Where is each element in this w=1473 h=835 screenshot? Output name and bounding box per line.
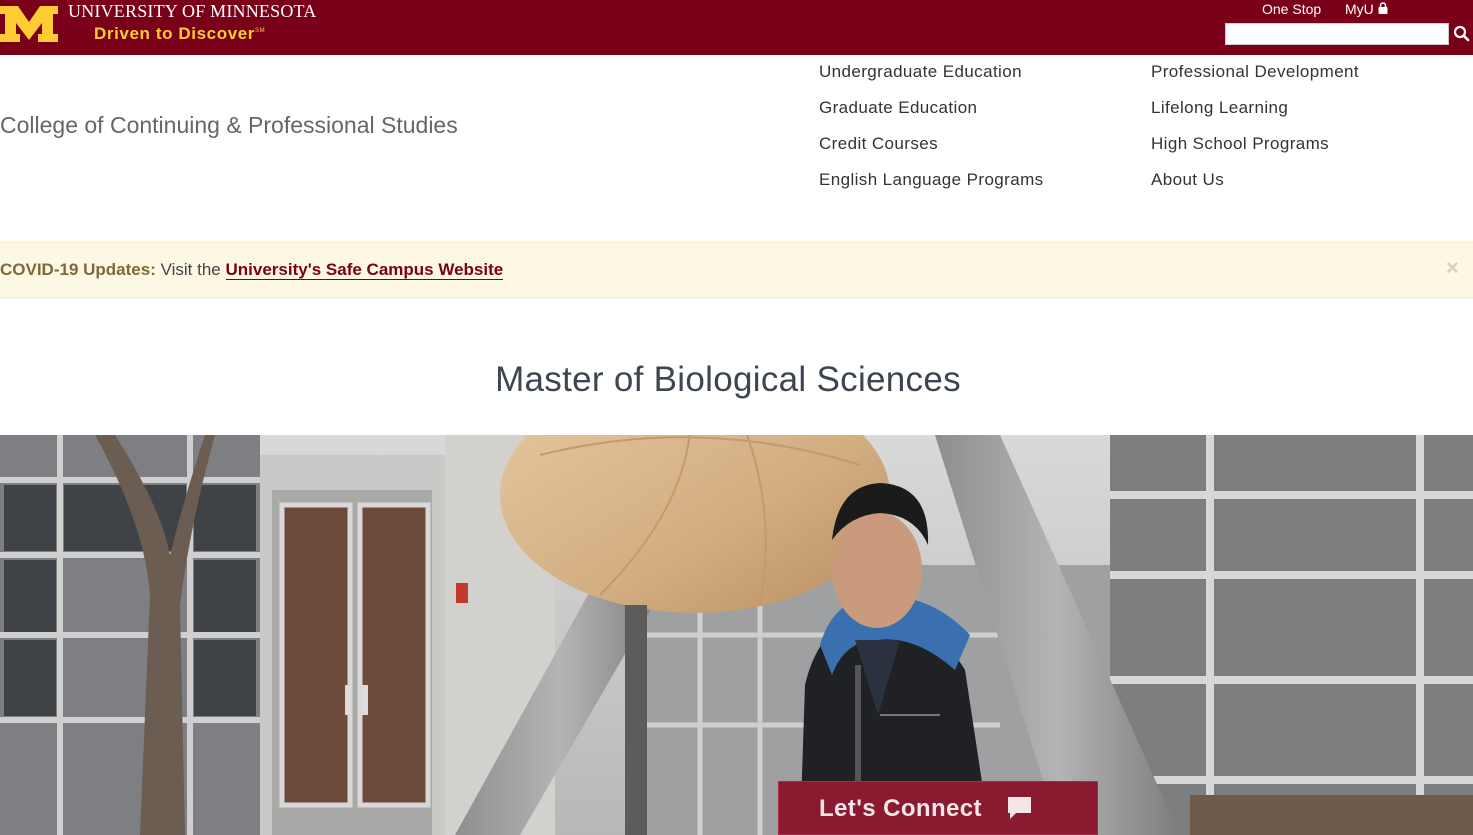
tagline-text: Driven to Discover [94, 24, 256, 43]
block-m-logo[interactable] [0, 6, 58, 42]
primary-nav-right: Professional Development Lifelong Learni… [1151, 62, 1359, 206]
hero-photo [0, 435, 1473, 835]
lock-icon [1378, 2, 1388, 14]
alert-body-text: Visit the [155, 260, 226, 279]
page-title: Master of Biological Sciences [495, 360, 961, 399]
nav-link-professional-development[interactable]: Professional Development [1151, 62, 1359, 98]
lets-connect-label: Let's Connect [819, 795, 982, 822]
close-icon[interactable]: × [1446, 257, 1459, 279]
safe-campus-link[interactable]: University's Safe Campus Website [225, 260, 504, 280]
primary-nav-left: Undergraduate Education Graduate Educati… [819, 62, 1044, 206]
myu-link[interactable]: MyU [1345, 1, 1374, 17]
nav-link-high-school-programs[interactable]: High School Programs [1151, 134, 1359, 170]
nav-link-about-us[interactable]: About Us [1151, 170, 1359, 206]
university-tagline: Driven to DiscoverSM [94, 24, 265, 44]
college-title[interactable]: College of Continuing & Professional Stu… [0, 112, 458, 139]
service-mark: SM [255, 28, 266, 34]
one-stop-link[interactable]: One Stop [1262, 1, 1321, 17]
nav-link-credit-courses[interactable]: Credit Courses [819, 134, 1044, 170]
nav-link-lifelong-learning[interactable]: Lifelong Learning [1151, 98, 1359, 134]
alert-prefix: COVID-19 Updates: [0, 260, 156, 279]
university-wordmark[interactable]: UNIVERSITY OF MINNESOTA [68, 1, 317, 22]
search-icon [1453, 25, 1470, 42]
umn-header-bar: UNIVERSITY OF MINNESOTA Driven to Discov… [0, 0, 1473, 55]
search-button[interactable] [1451, 22, 1473, 44]
hero-illustration [0, 435, 1473, 835]
lets-connect-button[interactable]: Let's Connect [778, 781, 1098, 835]
nav-link-english-language-programs[interactable]: English Language Programs [819, 170, 1044, 206]
covid-alert-banner: COVID-19 Updates: Visit the University's… [0, 242, 1473, 298]
chat-bubble-icon [1008, 797, 1031, 819]
nav-link-undergraduate-education[interactable]: Undergraduate Education [819, 62, 1044, 98]
alert-message: COVID-19 Updates: Visit the University's… [0, 260, 504, 280]
search-input[interactable] [1225, 23, 1449, 45]
nav-link-graduate-education[interactable]: Graduate Education [819, 98, 1044, 134]
